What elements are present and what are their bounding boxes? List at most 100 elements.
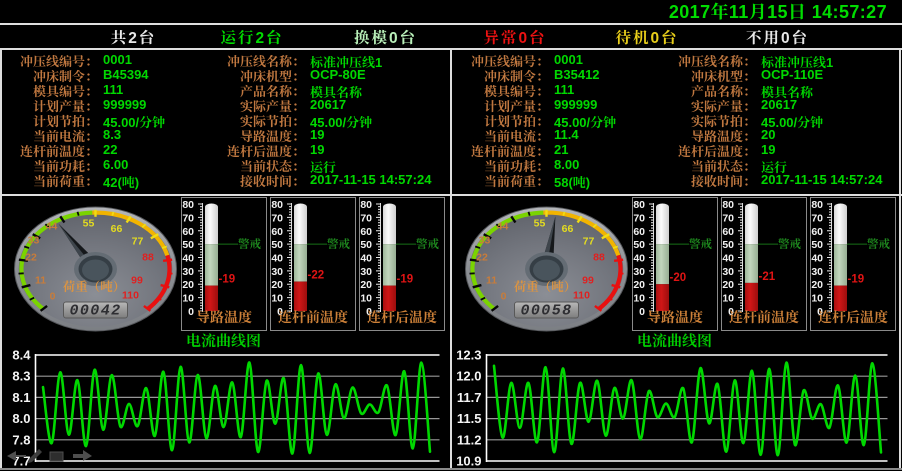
svg-text:7.8: 7.8: [12, 432, 30, 447]
svg-text:70: 70: [722, 212, 734, 224]
svg-text:33: 33: [28, 235, 40, 247]
svg-text:50: 50: [360, 239, 372, 251]
svg-text:20: 20: [360, 279, 372, 291]
svg-text:连杆后温度: 连杆后温度: [367, 309, 437, 325]
svg-text:80: 80: [271, 199, 283, 211]
svg-text:20: 20: [271, 279, 283, 291]
svg-text:22: 22: [25, 252, 37, 264]
svg-text:10: 10: [722, 293, 734, 305]
svg-text:66: 66: [562, 223, 574, 235]
svg-text:-19: -19: [219, 274, 236, 286]
svg-text:电流曲线图: 电流曲线图: [637, 333, 712, 350]
svg-text:8.3: 8.3: [12, 369, 30, 384]
svg-text:电流曲线图: 电流曲线图: [186, 333, 261, 350]
svg-text:40: 40: [360, 253, 372, 265]
svg-text:40: 40: [271, 253, 283, 265]
svg-text:60: 60: [811, 226, 823, 238]
svg-text:警戒: 警戒: [689, 238, 712, 251]
svg-text:荷重（吨）: 荷重（吨）: [514, 280, 577, 294]
svg-text:8.0: 8.0: [12, 411, 30, 426]
svg-text:11: 11: [486, 275, 497, 287]
svg-text:44: 44: [46, 221, 58, 233]
svg-text:60: 60: [360, 226, 372, 238]
svg-text:11.5: 11.5: [457, 411, 482, 426]
svg-text:40: 40: [633, 253, 645, 265]
svg-text:60: 60: [271, 226, 283, 238]
svg-text:30: 30: [633, 266, 645, 278]
svg-text:导路温度: 导路温度: [196, 309, 252, 325]
svg-text:60: 60: [633, 226, 645, 238]
svg-text:-19: -19: [397, 274, 414, 286]
svg-text:00042: 00042: [69, 303, 121, 320]
svg-text:30: 30: [722, 266, 734, 278]
svg-text:80: 80: [722, 199, 734, 211]
svg-text:70: 70: [360, 212, 372, 224]
svg-text:50: 50: [633, 239, 645, 251]
svg-text:-19: -19: [848, 274, 865, 286]
svg-text:99: 99: [131, 275, 143, 287]
svg-text:44: 44: [497, 221, 509, 233]
svg-text:导路温度: 导路温度: [647, 309, 703, 325]
svg-text:80: 80: [182, 199, 194, 211]
svg-text:连杆后温度: 连杆后温度: [818, 309, 888, 325]
svg-text:-20: -20: [670, 272, 687, 284]
svg-text:10.9: 10.9: [456, 454, 481, 469]
svg-text:40: 40: [811, 253, 823, 265]
svg-text:55: 55: [83, 217, 95, 229]
svg-text:99: 99: [582, 275, 594, 287]
svg-text:10: 10: [271, 293, 283, 305]
svg-text:30: 30: [360, 266, 372, 278]
svg-text:20: 20: [811, 279, 823, 291]
svg-text:11.7: 11.7: [457, 390, 482, 405]
svg-text:50: 50: [811, 239, 823, 251]
svg-text:77: 77: [132, 236, 144, 248]
svg-text:70: 70: [182, 212, 194, 224]
svg-text:10: 10: [811, 293, 823, 305]
svg-text:荷重（吨）: 荷重（吨）: [63, 280, 126, 294]
svg-text:80: 80: [633, 199, 645, 211]
svg-text:88: 88: [142, 252, 154, 264]
svg-text:60: 60: [722, 226, 734, 238]
svg-text:50: 50: [271, 239, 283, 251]
svg-text:40: 40: [722, 253, 734, 265]
svg-text:00058: 00058: [520, 303, 572, 320]
svg-text:60: 60: [182, 226, 194, 238]
svg-text:连杆前温度: 连杆前温度: [729, 309, 799, 325]
svg-text:警戒: 警戒: [416, 238, 439, 251]
svg-text:50: 50: [182, 239, 194, 251]
svg-text:22: 22: [476, 252, 488, 264]
svg-text:77: 77: [583, 236, 595, 248]
svg-text:33: 33: [479, 235, 491, 247]
svg-text:8.4: 8.4: [12, 348, 31, 363]
svg-text:80: 80: [811, 199, 823, 211]
svg-text:连杆前温度: 连杆前温度: [278, 309, 348, 325]
svg-text:30: 30: [271, 266, 283, 278]
svg-text:12.3: 12.3: [456, 348, 481, 363]
svg-text:0: 0: [501, 291, 507, 303]
svg-text:0: 0: [50, 291, 56, 303]
svg-text:-22: -22: [308, 270, 325, 282]
svg-text:80: 80: [360, 199, 372, 211]
svg-text:10: 10: [633, 293, 645, 305]
svg-text:88: 88: [593, 252, 605, 264]
svg-text:20: 20: [722, 279, 734, 291]
svg-text:8.1: 8.1: [12, 390, 30, 405]
svg-text:30: 30: [182, 266, 194, 278]
svg-text:12.0: 12.0: [456, 369, 481, 384]
svg-text:0: 0: [188, 306, 194, 318]
svg-text:警戒: 警戒: [778, 238, 801, 251]
svg-text:0: 0: [639, 306, 645, 318]
svg-text:70: 70: [811, 212, 823, 224]
svg-text:10: 10: [360, 293, 372, 305]
svg-text:警戒: 警戒: [327, 238, 350, 251]
svg-text:11: 11: [35, 275, 46, 287]
svg-text:10: 10: [182, 293, 194, 305]
svg-text:-21: -21: [759, 271, 776, 283]
svg-text:11.2: 11.2: [457, 432, 482, 447]
svg-text:70: 70: [271, 212, 283, 224]
svg-text:50: 50: [722, 239, 734, 251]
svg-text:55: 55: [534, 217, 546, 229]
svg-text:30: 30: [811, 266, 823, 278]
svg-text:20: 20: [182, 279, 194, 291]
svg-text:警戒: 警戒: [238, 238, 261, 251]
